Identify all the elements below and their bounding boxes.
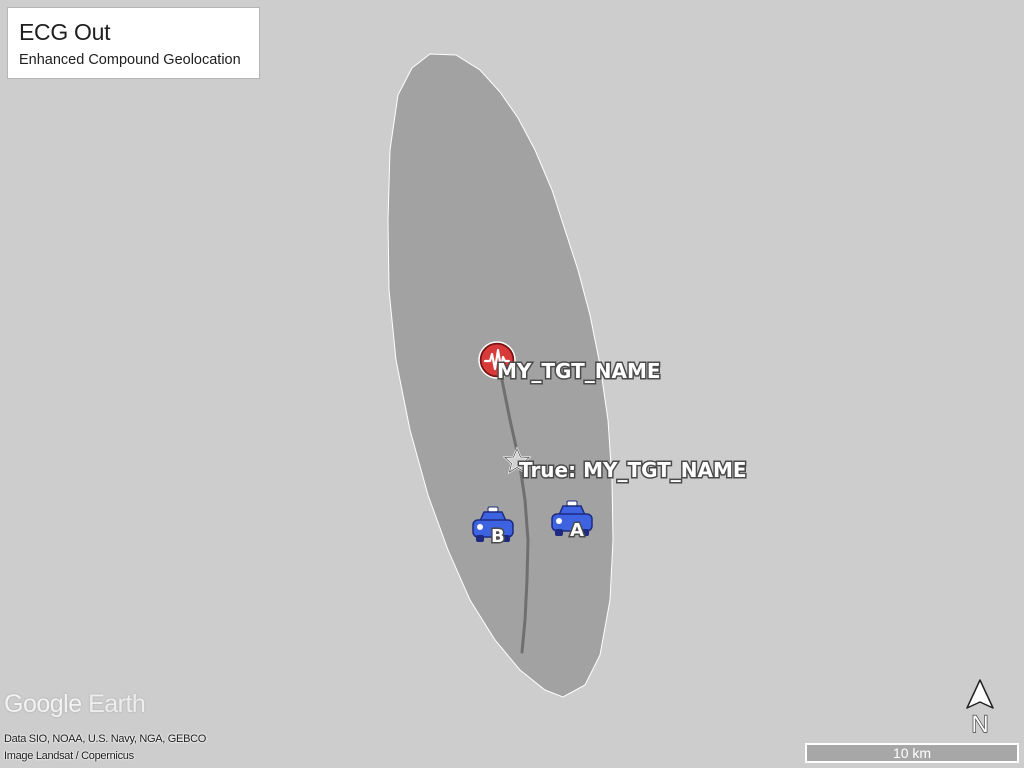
scale-bar-label: 10 km xyxy=(892,745,932,761)
vehicle-a-label: A xyxy=(570,520,584,541)
scale-bar: 10 km xyxy=(805,743,1019,763)
target-label[interactable]: MY_TGT_NAME xyxy=(496,358,663,385)
map-canvas[interactable]: MY_TGT_NAME True: MY_TGT_NAME A B xyxy=(0,0,1024,768)
vehicle-b-label: B xyxy=(491,526,505,547)
true-location-label[interactable]: True: MY_TGT_NAME xyxy=(518,457,749,484)
data-attribution: Data SIO, NOAA, U.S. Navy, NGA, GEBCO xyxy=(4,733,207,745)
compass-label: N xyxy=(971,711,988,738)
logo-word-google: Google xyxy=(4,690,82,718)
google-earth-logo: Google Earth xyxy=(4,690,146,719)
info-panel: ECG Out Enhanced Compound Geolocation xyxy=(7,7,260,79)
info-title: ECG Out xyxy=(19,19,111,45)
logo-word-earth: Earth xyxy=(88,690,146,718)
imagery-attribution: Image Landsat / Copernicus xyxy=(4,750,134,762)
info-subtitle: Enhanced Compound Geolocation xyxy=(19,52,241,68)
north-arrow-icon[interactable]: N xyxy=(964,678,996,738)
